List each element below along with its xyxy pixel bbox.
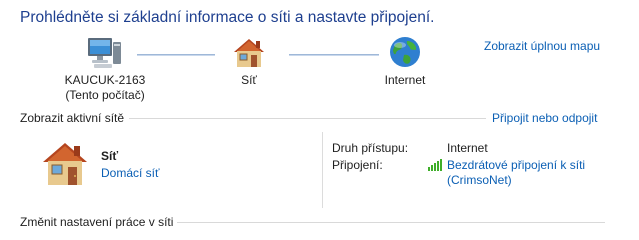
change-settings-heading: Změnit nastavení práce v síti [20,215,174,229]
wireless-connection-link[interactable]: Bezdrátové připojení k síti (CrimsoNet) [447,158,585,188]
network-map: Zobrazit úplnou mapu KAUCUK-2163 (Tento … [0,30,639,105]
active-network-house-icon [40,140,90,188]
internet-label: Internet [384,73,426,87]
wireless-signal-icon [428,159,442,171]
active-networks-divider [129,118,486,119]
computer-name: KAUCUK-2163 [64,73,146,87]
connection-line-network-internet [289,54,379,56]
active-networks-heading: Zobrazit aktivní sítě [20,111,125,125]
connections-label: Připojení: [332,158,383,172]
computer-label: KAUCUK-2163 (Tento počítač) [40,73,170,103]
globe-icon[interactable] [388,35,422,69]
active-network-name: Síť [101,149,119,163]
access-type-label: Druh přístupu: [332,141,409,155]
wireless-connection-name: Bezdrátové připojení k síti [447,158,586,172]
network-type-link[interactable]: Domácí síť [101,166,160,181]
computer-subtitle: (Tento počítač) [65,88,145,102]
full-map-link[interactable]: Zobrazit úplnou mapu [484,39,600,53]
access-type-value: Internet [447,141,488,155]
network-label: Síť [241,73,257,87]
wireless-connection-ssid: (CrimsoNet) [447,173,512,187]
house-icon[interactable] [232,37,266,69]
details-separator [322,132,323,208]
connection-line-computer-network [137,54,215,56]
change-settings-divider [177,222,605,223]
connect-disconnect-link[interactable]: Připojit nebo odpojit [492,111,597,125]
page-title: Prohlédněte si základní informace o síti… [20,9,435,26]
computer-icon[interactable] [86,36,122,70]
